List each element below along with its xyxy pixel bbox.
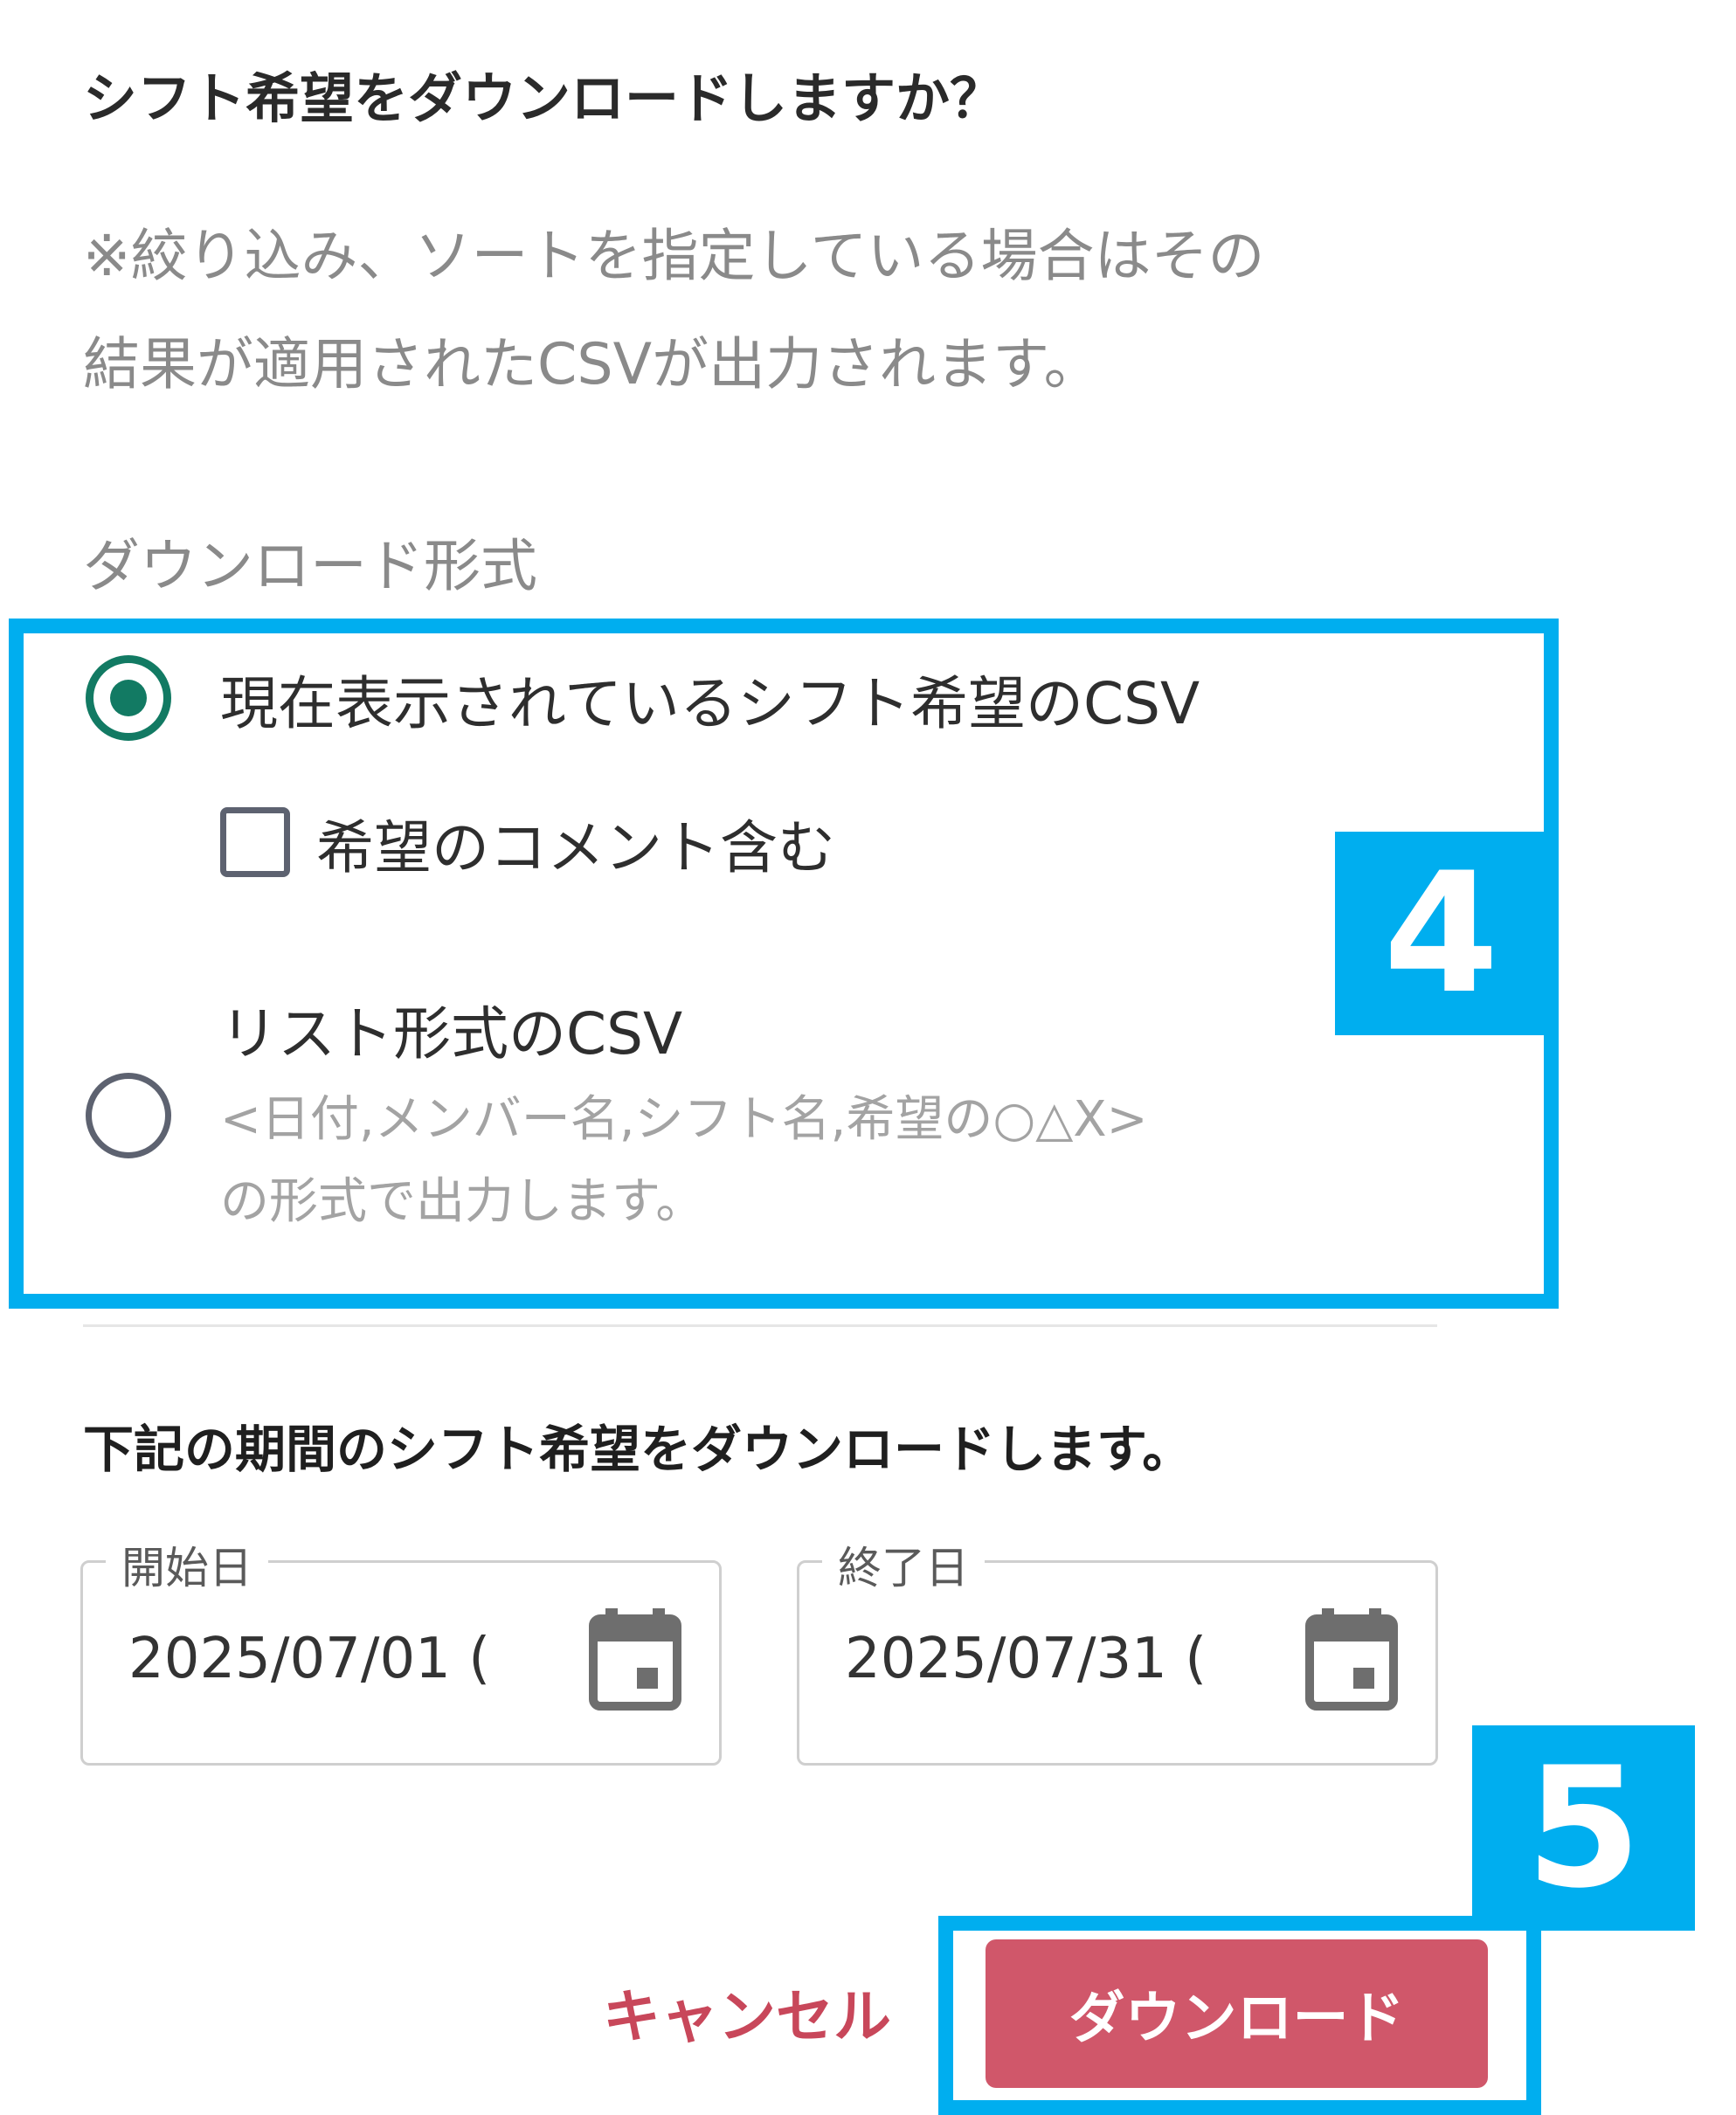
end-date-label: 終了日 <box>822 1533 985 1596</box>
step-4-badge: 4 <box>1335 832 1547 1035</box>
period-heading: 下記の期間のシフト希望をダウンロードします。 <box>83 1420 1193 1479</box>
download-format-label: ダウンロード形式 <box>83 534 538 599</box>
step-5-badge: 5 <box>1472 1725 1695 1931</box>
calendar-icon[interactable] <box>588 1608 682 1713</box>
end-date-field[interactable]: 終了日 2025/07/31 ( <box>797 1533 1438 1766</box>
filter-note: ※絞り込み、ソートを指定している場合はその 結果が適用されたCSVが出力されます… <box>83 203 1568 419</box>
calendar-icon[interactable] <box>1304 1608 1399 1713</box>
filter-note-line-1: ※絞り込み、ソートを指定している場合はその <box>83 224 1265 289</box>
section-divider <box>83 1324 1437 1327</box>
highlight-box-step-4 <box>9 619 1559 1309</box>
end-date-input[interactable]: 2025/07/31 ( <box>845 1627 1207 1691</box>
start-date-input[interactable]: 2025/07/01 ( <box>128 1627 490 1691</box>
dialog-title: シフト希望をダウンロードしますか？ <box>83 66 1005 130</box>
start-date-label: 開始日 <box>106 1533 268 1596</box>
highlight-box-step-5 <box>938 1916 1541 2115</box>
start-date-field[interactable]: 開始日 2025/07/01 ( <box>80 1533 722 1766</box>
filter-note-line-2: 結果が適用されたCSVが出力されます。 <box>83 332 1101 397</box>
cancel-button[interactable]: キャンセル <box>603 1970 891 2054</box>
